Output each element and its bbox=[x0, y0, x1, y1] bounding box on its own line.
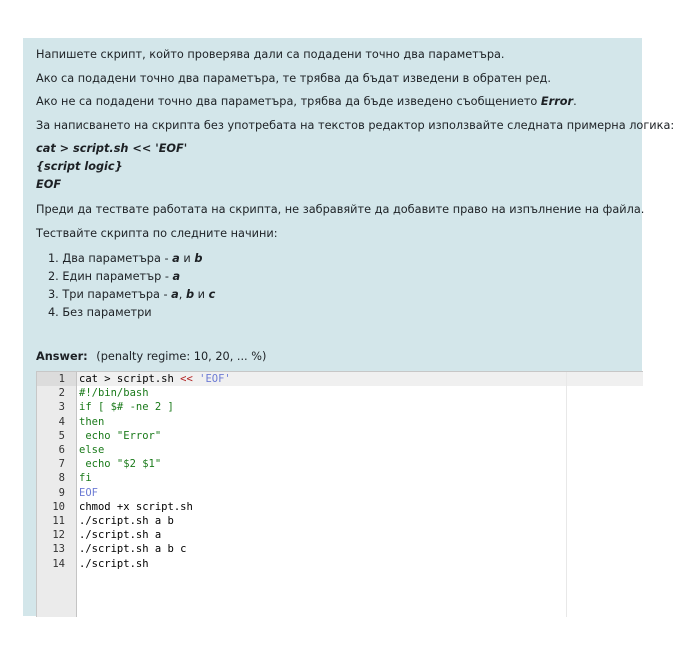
option-number: 1. bbox=[48, 252, 59, 265]
question-panel: Напишете скрипт, който проверява дали са… bbox=[23, 38, 674, 617]
option-param-b: b bbox=[185, 288, 195, 301]
line-number: 4 bbox=[58, 415, 65, 428]
line-number: 7 bbox=[58, 458, 65, 471]
line-number: 8 bbox=[58, 472, 65, 485]
option-param-a: a bbox=[172, 270, 181, 283]
question-line-4: За написването на скрипта без употребата… bbox=[36, 119, 675, 132]
option-item: 3. Три параметъра - a, b и c bbox=[48, 286, 215, 304]
question-line-3: Ако не са подадени точно два параметъра,… bbox=[36, 95, 577, 108]
line-number: 11 bbox=[52, 515, 65, 527]
test-options-list: 1. Два параметъра - a и b 2. Един параме… bbox=[48, 250, 215, 322]
line-number: 12 bbox=[52, 529, 65, 542]
option-item: 4. Без параметри bbox=[48, 304, 215, 322]
option-item: 2. Един параметър - a bbox=[48, 268, 215, 286]
option-number: 2. bbox=[48, 270, 59, 283]
option-param-a: a bbox=[171, 288, 179, 301]
option-text: Три параметъра - bbox=[62, 288, 172, 301]
code-line[interactable]: ./script.sh a b bbox=[79, 514, 174, 528]
code-line[interactable]: cat > script.sh << 'EOF' bbox=[79, 372, 231, 386]
before-test-text: Преди да тествате работата на скрипта, н… bbox=[36, 203, 645, 216]
option-comma: , bbox=[178, 288, 186, 301]
code-line[interactable]: if [ $# -ne 2 ] bbox=[79, 400, 174, 414]
option-and: и bbox=[179, 252, 195, 265]
option-number: 4. bbox=[48, 306, 59, 319]
option-param-a: a bbox=[172, 252, 180, 265]
code-line[interactable]: chmod +x script.sh bbox=[79, 500, 193, 514]
error-word: Error bbox=[540, 95, 574, 108]
penalty-regime: (penalty regime: 10, 20, ... %) bbox=[96, 350, 267, 363]
question-line-1: Напишете скрипт, който проверява дали са… bbox=[36, 48, 505, 61]
option-item: 1. Два параметъра - a и b bbox=[48, 250, 215, 268]
question-line-3-text: Ако не са подадени точно два параметъра,… bbox=[36, 95, 538, 108]
line-number: 14 bbox=[52, 557, 65, 570]
code-line[interactable]: #!/bin/bash bbox=[79, 386, 149, 400]
code-line[interactable]: echo "$2 $1" bbox=[79, 457, 161, 471]
answer-label: Answer: bbox=[36, 350, 88, 363]
code-line[interactable]: EOF bbox=[79, 486, 98, 500]
code-line[interactable]: ./script.sh a bbox=[79, 528, 161, 542]
option-param-b: b bbox=[194, 252, 203, 265]
option-and: и bbox=[194, 288, 209, 301]
question-line-2: Ако са подадени точно два параметъра, те… bbox=[36, 72, 551, 85]
code-line[interactable]: fi bbox=[79, 471, 92, 485]
option-param-c: c bbox=[208, 288, 216, 301]
period: . bbox=[573, 95, 577, 108]
code-editor[interactable]: 1 cat > script.sh << 'EOF' 2 #!/bin/bash 3 if… bbox=[36, 371, 643, 617]
line-number: 9 bbox=[58, 486, 65, 499]
line-number: 10 bbox=[52, 500, 65, 513]
line-number: 1 bbox=[58, 373, 65, 385]
code-line[interactable]: ./script.sh a b c bbox=[79, 542, 186, 556]
line-number: 5 bbox=[58, 429, 65, 442]
line-number: 6 bbox=[58, 444, 65, 456]
line-number: 2 bbox=[58, 387, 65, 400]
code-line[interactable]: else bbox=[79, 443, 104, 457]
code-line[interactable]: echo "Error" bbox=[79, 429, 161, 443]
code-line[interactable]: then bbox=[79, 415, 104, 429]
line-number: 3 bbox=[58, 401, 65, 414]
logic-line-2: {script logic} bbox=[36, 160, 123, 173]
line-number: 13 bbox=[52, 543, 65, 556]
option-text: Един параметър - bbox=[62, 270, 173, 283]
logic-line-3: EOF bbox=[36, 178, 62, 191]
option-text: Два параметъра - bbox=[62, 252, 173, 265]
option-number: 3. bbox=[48, 288, 59, 301]
test-intro-text: Тествайте скрипта по следните начини: bbox=[36, 227, 278, 240]
code-line[interactable]: ./script.sh bbox=[79, 557, 149, 571]
logic-line-1: cat > script.sh << 'EOF' bbox=[36, 142, 188, 155]
print-margin bbox=[566, 372, 567, 617]
option-text: Без параметри bbox=[62, 306, 152, 319]
answer-label-row: Answer: (penalty regime: 10, 20, ... %) bbox=[36, 350, 266, 363]
